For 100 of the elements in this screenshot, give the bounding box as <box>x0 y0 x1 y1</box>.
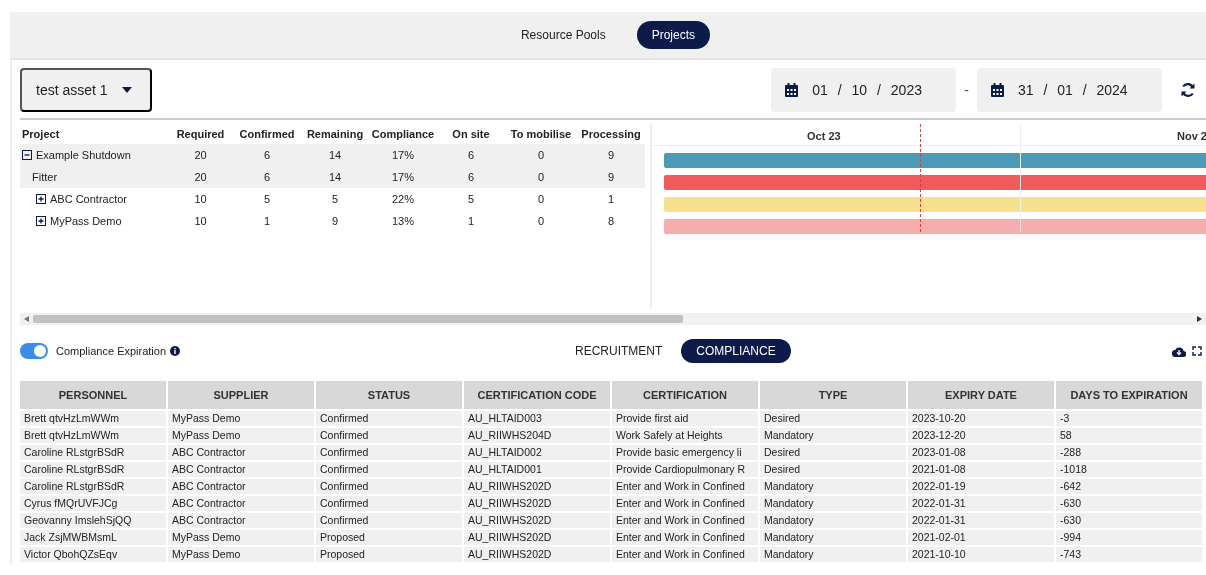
table-cell: Brett qtvHzLmWWm <box>20 411 166 426</box>
column-header: Processing <box>577 124 645 144</box>
project-cell[interactable]: Example Shutdown <box>20 144 168 166</box>
table-cell: Confirmed <box>316 411 462 426</box>
table-cell: Cyrus fMQrUVFJCg <box>20 496 166 511</box>
cloud-download-icon[interactable] <box>1172 345 1186 357</box>
table-cell: AU_RIIWHS202D <box>464 547 610 562</box>
table-cell: 58 <box>1056 428 1202 443</box>
toggle-switch[interactable] <box>20 343 48 359</box>
toggle-label: Compliance Expiration <box>56 343 167 359</box>
table-cell: 2021-01-08 <box>908 462 1054 477</box>
table-cell: 17% <box>369 166 437 188</box>
table-cell: MyPass Demo <box>168 547 314 562</box>
column-header: DAYS TO EXPIRATION <box>1056 381 1202 409</box>
table-cell: Mandatory <box>760 513 906 528</box>
asset-dropdown[interactable]: test asset 1 <box>20 68 152 112</box>
table-cell: 17% <box>369 144 437 166</box>
table-cell-text: 1 <box>262 213 272 229</box>
table-cell: 2023-01-08 <box>908 445 1054 460</box>
calendar-icon <box>991 83 1004 97</box>
table-cell: 5 <box>233 188 301 210</box>
refresh-icon[interactable] <box>1180 82 1196 98</box>
table-cell: 20 <box>168 144 233 166</box>
table-cell-text: 1 <box>466 213 476 229</box>
table-cell: -642 <box>1056 479 1202 494</box>
tab[interactable]: RECRUITMENT <box>560 339 678 363</box>
table-cell: Confirmed <box>316 496 462 511</box>
column-header: To mobilise <box>505 124 577 144</box>
table-cell: Geovanny ImslehSjQQ <box>20 513 166 528</box>
calendar-icon <box>785 83 799 97</box>
expand-icon[interactable] <box>36 193 46 204</box>
table-cell-text: 9 <box>330 213 340 229</box>
table-cell: 0 <box>505 144 577 166</box>
table-cell: 5 <box>301 188 369 210</box>
table-cell: -3 <box>1056 411 1202 426</box>
table-cell: AU_RIIWHS202D <box>464 513 610 528</box>
table-cell: 14 <box>301 144 369 166</box>
tab[interactable]: Projects <box>636 21 711 49</box>
table-cell: Enter and Work in Confined <box>612 513 758 528</box>
project-cell[interactable]: Fitter <box>20 166 168 188</box>
table-cell: -630 <box>1056 496 1202 511</box>
table-cell: Enter and Work in Confined <box>612 530 758 545</box>
table-cell: Mandatory <box>760 496 906 511</box>
table-cell: Confirmed <box>316 445 462 460</box>
table-cell: -288 <box>1056 445 1202 460</box>
table-cell: 0 <box>505 166 577 188</box>
collapse-icon[interactable] <box>22 149 32 160</box>
column-header: PERSONNEL <box>20 381 166 409</box>
table-cell: ABC Contractor <box>168 462 314 477</box>
table-cell: Confirmed <box>316 513 462 528</box>
info-icon[interactable] <box>170 346 181 356</box>
table-cell: AU_HLTAID003 <box>464 411 610 426</box>
column-header: Compliance <box>369 124 437 144</box>
scroll-right-icon[interactable] <box>1197 316 1202 322</box>
tab[interactable]: Resource Pools <box>505 21 621 49</box>
end-date-field[interactable]: 31 / 01 / 2024 <box>977 68 1162 112</box>
fullscreen-icon[interactable] <box>1192 346 1202 356</box>
table-cell: ABC Contractor <box>168 513 314 528</box>
column-header: TYPE <box>760 381 906 409</box>
table-cell: 9 <box>577 166 645 188</box>
table-cell: Provide Cardiopulmonary R <box>612 462 758 477</box>
start-date-field[interactable]: 01 / 10 / 2023 <box>771 68 957 112</box>
table-cell: AU_RIIWHS202D <box>464 496 610 511</box>
table-cell: Mandatory <box>760 479 906 494</box>
tab[interactable]: COMPLIANCE <box>681 339 791 363</box>
column-header: EXPIRY DATE <box>908 381 1054 409</box>
table-cell: Caroline RLstgrBSdR <box>20 445 166 460</box>
table-cell-text: 13% <box>391 213 415 229</box>
table-cell: Confirmed <box>316 479 462 494</box>
table-cell-text: 10 <box>193 213 208 229</box>
table-cell: 20 <box>168 166 233 188</box>
project-cell[interactable]: MyPass Demo <box>20 210 168 232</box>
table-cell: Victor QbohQZsEqv <box>20 547 166 562</box>
table-cell: Jack ZsjMWBMsmL <box>20 530 166 545</box>
table-cell: -994 <box>1056 530 1202 545</box>
table-cell: Provide first aid <box>612 411 758 426</box>
table-cell: Enter and Work in Confined <box>612 496 758 511</box>
column-header: On site <box>437 124 505 144</box>
table-cell: Work Safely at Heights <box>612 428 758 443</box>
table-cell: AU_RIIWHS202D <box>464 530 610 545</box>
table-cell: -1018 <box>1056 462 1202 477</box>
table-cell: Desired <box>760 462 906 477</box>
timeline-header: Nov 2 <box>1177 129 1206 144</box>
table-cell: 2022-01-31 <box>908 496 1054 511</box>
scroll-left-icon[interactable] <box>24 316 29 322</box>
table-cell: Caroline RLstgrBSdR <box>20 462 166 477</box>
table-cell: 2021-10-10 <box>908 547 1054 562</box>
table-cell: Proposed <box>316 547 462 562</box>
table-cell: 1 <box>577 188 645 210</box>
table-cell: Provide basic emergency li <box>612 445 758 460</box>
column-header: CERTIFICATION CODE <box>464 381 610 409</box>
table-cell: 5 <box>437 188 505 210</box>
expand-icon[interactable] <box>36 215 46 226</box>
table-cell: 6 <box>233 166 301 188</box>
horizontal-scrollbar[interactable] <box>20 313 1206 325</box>
table-cell: Confirmed <box>316 428 462 443</box>
table-cell: -743 <box>1056 547 1202 562</box>
table-cell: Enter and Work in Confined <box>612 547 758 562</box>
table-cell: MyPass Demo <box>168 411 314 426</box>
project-cell[interactable]: ABC Contractor <box>20 188 168 210</box>
